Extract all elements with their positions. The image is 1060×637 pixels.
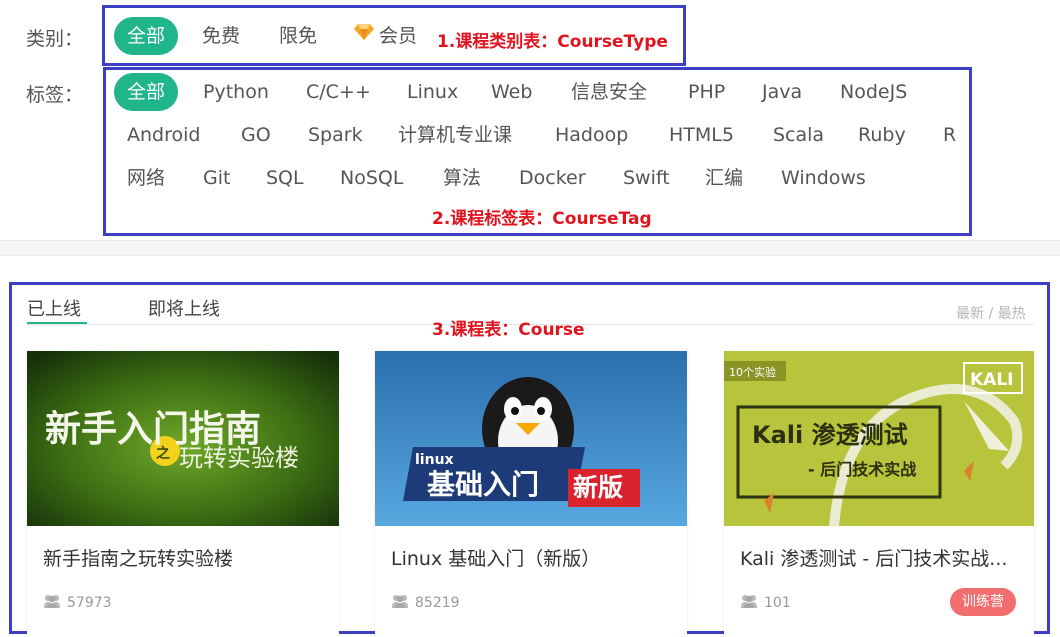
tab-upcoming[interactable]: 即将上线: [148, 295, 220, 321]
learner-count-value: 101: [764, 595, 791, 611]
thumb-line2: 玩转实验楼: [179, 444, 299, 472]
category-label: 类别：: [26, 28, 84, 50]
thumb-tag: linux: [415, 452, 454, 468]
course-title[interactable]: Linux 基础入门（新版）: [391, 544, 675, 571]
thumb-new: 新版: [573, 473, 623, 502]
annotation-box-course-type: [102, 5, 686, 66]
bootcamp-badge[interactable]: 训练营: [950, 588, 1016, 616]
course-title[interactable]: Kali 渗透测试 - 后门技术实战...: [740, 544, 1020, 571]
tab-online[interactable]: 已上线: [27, 295, 81, 321]
users-icon: [391, 594, 409, 612]
annotation-course: 3.课程表：Course: [432, 320, 585, 340]
thumb-zhi: 之: [156, 445, 170, 462]
course-card[interactable]: linux 基础入门 新版 Linux 基础入门（新版） 85219: [375, 351, 687, 637]
course-thumbnail: 10个实验 KALI Kali 渗透测试 - 后门技术实战: [724, 351, 1034, 526]
learner-count: 57973: [43, 594, 112, 612]
course-title[interactable]: 新手指南之玩转实验楼: [43, 544, 327, 571]
sort-toggle[interactable]: 最新 / 最热: [956, 303, 1026, 323]
course-thumbnail: linux 基础入门 新版: [375, 351, 687, 526]
section-divider: [0, 240, 1060, 256]
thumb-corner: 10个实验: [729, 365, 776, 379]
users-icon: [740, 594, 758, 612]
thumb-title: Kali 渗透测试: [752, 421, 908, 449]
course-card[interactable]: 新手入门指南 之 玩转实验楼 新手指南之玩转实验楼 57973: [27, 351, 339, 637]
course-card[interactable]: 10个实验 KALI Kali 渗透测试 - 后门技术实战 Kali 渗透测试 …: [724, 351, 1034, 637]
thumb-logo: KALI: [970, 370, 1014, 390]
users-icon: [43, 594, 61, 612]
annotation-box-course-tag: [103, 67, 972, 236]
tag-label: 标签：: [26, 84, 84, 106]
thumb-sub: - 后门技术实战: [808, 460, 916, 479]
course-thumbnail: 新手入门指南 之 玩转实验楼: [27, 351, 339, 526]
thumb-main: 基础入门: [427, 468, 539, 501]
learner-count: 85219: [391, 594, 460, 612]
learner-count-value: 85219: [415, 595, 460, 611]
learner-count-value: 57973: [67, 595, 112, 611]
learner-count: 101: [740, 594, 791, 612]
